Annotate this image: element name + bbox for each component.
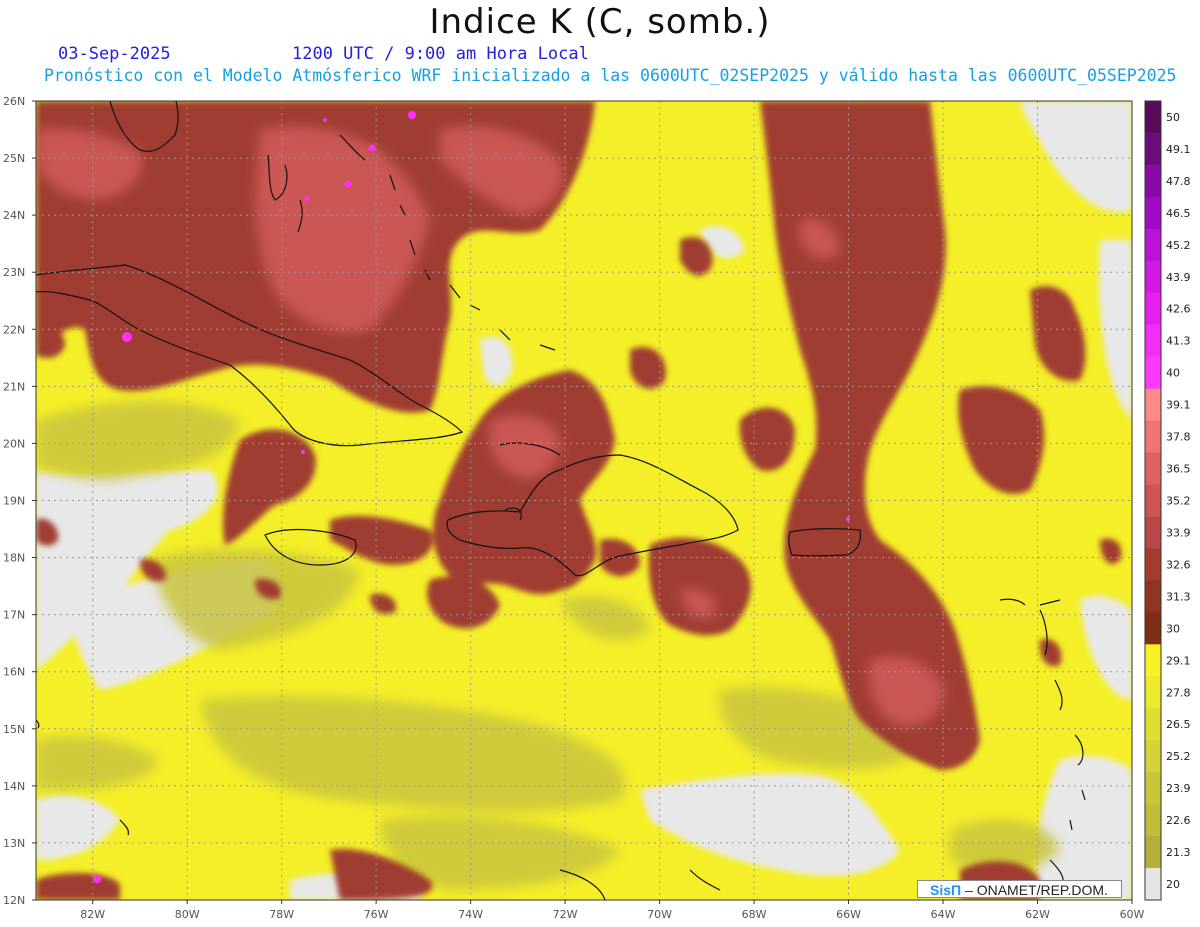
legend-label: 43.9 <box>1166 271 1191 284</box>
legend-label: 29.1 <box>1166 654 1191 667</box>
latitude-label: 14N <box>3 780 25 793</box>
longitude-label: 76W <box>364 908 389 921</box>
legend-swatch <box>1145 708 1161 741</box>
legend-swatch <box>1145 868 1161 901</box>
legend-label: 42.6 <box>1166 303 1191 316</box>
legend-label: 50 <box>1166 111 1180 124</box>
legend-label: 26.5 <box>1166 718 1191 731</box>
longitude-label: 72W <box>553 908 578 921</box>
longitude-label: 80W <box>175 908 200 921</box>
latitude-label: 18N <box>3 552 25 565</box>
legend-swatch <box>1145 676 1161 709</box>
credit-box: SisΠ – ONAMET/REP.DOM. <box>917 880 1122 898</box>
legend-swatch <box>1145 260 1161 294</box>
legend-label: 21.3 <box>1166 846 1191 859</box>
legend-label: 37.8 <box>1166 431 1191 444</box>
legend-label: 20 <box>1166 878 1180 891</box>
longitude-label: 62W <box>1025 908 1050 921</box>
latitude-label: 15N <box>3 723 25 736</box>
map-plot-area <box>36 101 1132 900</box>
legend-swatch <box>1145 196 1161 230</box>
latitude-label: 25N <box>3 152 25 165</box>
legend-label: 45.2 <box>1166 239 1191 252</box>
legend-label: 41.3 <box>1166 335 1191 348</box>
latitude-label: 24N <box>3 209 25 222</box>
longitude-label: 68W <box>742 908 767 921</box>
legend-label: 25.2 <box>1166 750 1191 763</box>
latitude-label: 20N <box>3 437 25 450</box>
color-legend: 50 49.1 47.8 46.5 45.2 43.9 42.6 41.3 40 39.1 37.8… <box>1144 100 1191 901</box>
legend-swatch <box>1145 644 1161 677</box>
latitude-label: 13N <box>3 837 25 850</box>
longitude-label: 78W <box>269 908 294 921</box>
legend-label: 47.8 <box>1166 175 1191 188</box>
legend-label: 22.6 <box>1166 814 1191 827</box>
longitude-label: 60W <box>1120 908 1145 921</box>
legend-swatch <box>1145 612 1161 645</box>
legend-swatch <box>1145 740 1161 773</box>
longitude-label: 66W <box>836 908 861 921</box>
legend-label: 40 <box>1166 367 1180 380</box>
legend-swatch <box>1145 324 1161 358</box>
latitude-label: 22N <box>3 323 25 336</box>
legend-swatch <box>1145 420 1161 454</box>
legend-label: 31.3 <box>1166 590 1191 603</box>
legend-label: 23.9 <box>1166 782 1191 795</box>
latitude-label: 26N <box>3 95 25 108</box>
sispi-logo: SisΠ <box>930 882 962 898</box>
latitude-label: 16N <box>3 666 25 679</box>
legend-label: 36.5 <box>1166 463 1191 476</box>
legend-label: 32.6 <box>1166 558 1191 571</box>
legend-swatch <box>1145 484 1161 517</box>
credit-text: – ONAMET/REP.DOM. <box>961 882 1108 898</box>
longitude-label: 70W <box>647 908 672 921</box>
legend-swatch <box>1145 580 1161 613</box>
legend-swatch <box>1145 772 1161 805</box>
legend-label: 46.5 <box>1166 207 1191 220</box>
legend-swatch <box>1145 548 1161 581</box>
legend-swatch <box>1145 228 1161 262</box>
legend-label: 35.2 <box>1166 495 1191 508</box>
legend-swatch <box>1145 452 1161 486</box>
legend-swatch <box>1145 836 1161 869</box>
latitude-label: 21N <box>3 380 25 393</box>
latitude-label: 19N <box>3 495 25 508</box>
legend-swatch <box>1145 388 1161 422</box>
latitude-label: 17N <box>3 609 25 622</box>
latitude-labels: 26N 25N 24N 23N 22N 21N 20N 19N 18N 17N 16N 15N 14N 1… <box>3 95 36 907</box>
legend-swatch <box>1145 164 1161 198</box>
longitude-label: 64W <box>931 908 956 921</box>
latitude-label: 23N <box>3 266 25 279</box>
legend-label: 49.1 <box>1166 143 1191 156</box>
legend-swatch <box>1145 356 1161 390</box>
longitude-label: 82W <box>80 908 105 921</box>
legend-label: 39.1 <box>1166 399 1191 412</box>
legend-label: 27.8 <box>1166 686 1191 699</box>
legend-swatch <box>1145 292 1161 326</box>
legend-swatch <box>1145 132 1161 166</box>
legend-label: 30 <box>1166 622 1180 635</box>
legend-label: 33.9 <box>1166 526 1191 539</box>
longitude-labels: 82W 80W 78W 76W 74W 72W 70W 68W 66W 64W 62W 60W <box>80 900 1145 921</box>
legend-swatch <box>1145 804 1161 837</box>
k-index-map: 26N 25N 24N 23N 22N 21N 20N 19N 18N 17N 16N 15N 14N 1… <box>3 95 1191 921</box>
latitude-label: 12N <box>3 894 25 907</box>
longitude-label: 74W <box>458 908 483 921</box>
legend-swatch <box>1145 101 1161 134</box>
legend-swatch <box>1145 516 1161 549</box>
